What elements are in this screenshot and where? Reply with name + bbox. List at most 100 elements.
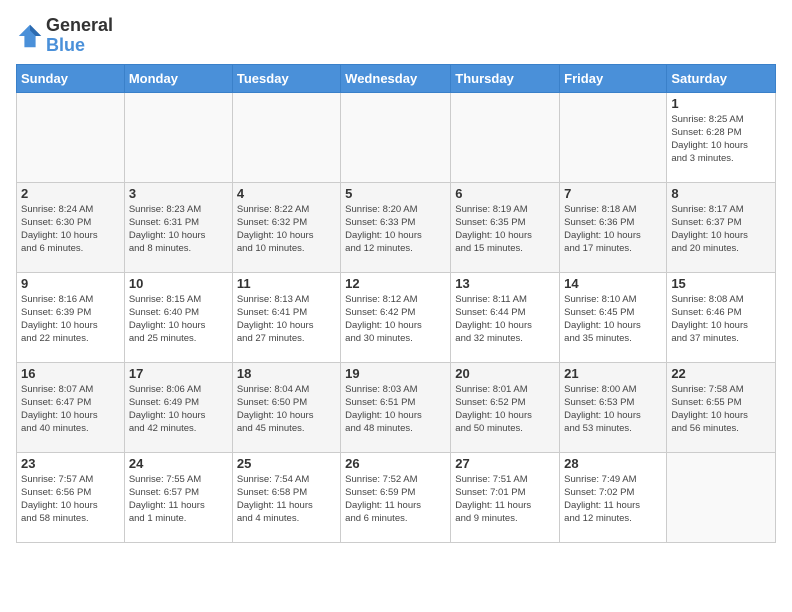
weekday-header-row: SundayMondayTuesdayWednesdayThursdayFrid… <box>17 64 776 92</box>
day-info: Sunrise: 8:19 AMSunset: 6:35 PMDaylight:… <box>455 203 555 256</box>
calendar-cell: 9 Sunrise: 8:16 AMSunset: 6:39 PMDaylight… <box>17 272 125 362</box>
day-number: 21 <box>564 366 662 381</box>
weekday-header-wednesday: Wednesday <box>341 64 451 92</box>
logo-text: General Blue <box>46 16 113 56</box>
day-number: 16 <box>21 366 120 381</box>
day-number: 23 <box>21 456 120 471</box>
calendar-cell: 10 Sunrise: 8:15 AMSunset: 6:40 PMDayligh… <box>124 272 232 362</box>
day-number: 14 <box>564 276 662 291</box>
day-number: 15 <box>671 276 771 291</box>
calendar-cell: 6 Sunrise: 8:19 AMSunset: 6:35 PMDaylight… <box>451 182 560 272</box>
day-info: Sunrise: 8:22 AMSunset: 6:32 PMDaylight:… <box>237 203 336 256</box>
calendar-cell: 23 Sunrise: 7:57 AMSunset: 6:56 PMDayligh… <box>17 452 125 542</box>
calendar-cell <box>232 92 340 182</box>
day-number: 20 <box>455 366 555 381</box>
calendar-cell: 21 Sunrise: 8:00 AMSunset: 6:53 PMDayligh… <box>560 362 667 452</box>
day-info: Sunrise: 8:06 AMSunset: 6:49 PMDaylight:… <box>129 383 228 436</box>
calendar-cell: 27 Sunrise: 7:51 AMSunset: 7:01 PMDayligh… <box>451 452 560 542</box>
calendar-cell: 28 Sunrise: 7:49 AMSunset: 7:02 PMDayligh… <box>560 452 667 542</box>
logo: General Blue <box>16 16 113 56</box>
calendar-cell: 7 Sunrise: 8:18 AMSunset: 6:36 PMDaylight… <box>560 182 667 272</box>
day-info: Sunrise: 7:52 AMSunset: 6:59 PMDaylight:… <box>345 473 446 526</box>
page: General Blue SundayMondayTuesdayWednesda… <box>0 0 792 551</box>
day-number: 6 <box>455 186 555 201</box>
calendar-cell: 19 Sunrise: 8:03 AMSunset: 6:51 PMDayligh… <box>341 362 451 452</box>
calendar-cell <box>667 452 776 542</box>
day-info: Sunrise: 8:03 AMSunset: 6:51 PMDaylight:… <box>345 383 446 436</box>
day-number: 26 <box>345 456 446 471</box>
week-row-4: 16 Sunrise: 8:07 AMSunset: 6:47 PMDayligh… <box>17 362 776 452</box>
weekday-header-tuesday: Tuesday <box>232 64 340 92</box>
calendar-cell: 12 Sunrise: 8:12 AMSunset: 6:42 PMDayligh… <box>341 272 451 362</box>
day-number: 2 <box>21 186 120 201</box>
day-number: 5 <box>345 186 446 201</box>
calendar-cell: 13 Sunrise: 8:11 AMSunset: 6:44 PMDayligh… <box>451 272 560 362</box>
day-number: 4 <box>237 186 336 201</box>
day-number: 25 <box>237 456 336 471</box>
day-info: Sunrise: 8:10 AMSunset: 6:45 PMDaylight:… <box>564 293 662 346</box>
day-info: Sunrise: 8:16 AMSunset: 6:39 PMDaylight:… <box>21 293 120 346</box>
week-row-5: 23 Sunrise: 7:57 AMSunset: 6:56 PMDayligh… <box>17 452 776 542</box>
calendar-cell: 4 Sunrise: 8:22 AMSunset: 6:32 PMDaylight… <box>232 182 340 272</box>
header: General Blue <box>16 16 776 56</box>
day-info: Sunrise: 8:01 AMSunset: 6:52 PMDaylight:… <box>455 383 555 436</box>
day-info: Sunrise: 8:07 AMSunset: 6:47 PMDaylight:… <box>21 383 120 436</box>
day-number: 10 <box>129 276 228 291</box>
day-info: Sunrise: 7:54 AMSunset: 6:58 PMDaylight:… <box>237 473 336 526</box>
day-number: 1 <box>671 96 771 111</box>
day-info: Sunrise: 8:17 AMSunset: 6:37 PMDaylight:… <box>671 203 771 256</box>
day-number: 9 <box>21 276 120 291</box>
weekday-header-sunday: Sunday <box>17 64 125 92</box>
calendar-cell: 1 Sunrise: 8:25 AMSunset: 6:28 PMDaylight… <box>667 92 776 182</box>
calendar-cell: 8 Sunrise: 8:17 AMSunset: 6:37 PMDaylight… <box>667 182 776 272</box>
calendar-cell: 18Sunrise: 8:04 AMSunset: 6:50 PMDayligh… <box>232 362 340 452</box>
day-number: 13 <box>455 276 555 291</box>
calendar-cell: 5 Sunrise: 8:20 AMSunset: 6:33 PMDaylight… <box>341 182 451 272</box>
calendar-cell: 24Sunrise: 7:55 AMSunset: 6:57 PMDayligh… <box>124 452 232 542</box>
calendar-cell: 20 Sunrise: 8:01 AMSunset: 6:52 PMDayligh… <box>451 362 560 452</box>
day-info: Sunrise: 8:15 AMSunset: 6:40 PMDaylight:… <box>129 293 228 346</box>
day-info: Sunrise: 7:49 AMSunset: 7:02 PMDaylight:… <box>564 473 662 526</box>
day-number: 28 <box>564 456 662 471</box>
calendar-cell: 2Sunrise: 8:24 AMSunset: 6:30 PMDaylight… <box>17 182 125 272</box>
day-info: Sunrise: 8:12 AMSunset: 6:42 PMDaylight:… <box>345 293 446 346</box>
day-info: Sunrise: 7:51 AMSunset: 7:01 PMDaylight:… <box>455 473 555 526</box>
day-info: Sunrise: 8:23 AMSunset: 6:31 PMDaylight:… <box>129 203 228 256</box>
day-info: Sunrise: 8:13 AMSunset: 6:41 PMDaylight:… <box>237 293 336 346</box>
calendar-cell: 17 Sunrise: 8:06 AMSunset: 6:49 PMDayligh… <box>124 362 232 452</box>
day-info: Sunrise: 8:11 AMSunset: 6:44 PMDaylight:… <box>455 293 555 346</box>
day-info: Sunrise: 8:04 AMSunset: 6:50 PMDaylight:… <box>237 383 336 436</box>
day-number: 22 <box>671 366 771 381</box>
day-info: Sunrise: 8:08 AMSunset: 6:46 PMDaylight:… <box>671 293 771 346</box>
day-number: 19 <box>345 366 446 381</box>
calendar-cell <box>560 92 667 182</box>
day-info: Sunrise: 8:18 AMSunset: 6:36 PMDaylight:… <box>564 203 662 256</box>
calendar-cell: 15 Sunrise: 8:08 AMSunset: 6:46 PMDayligh… <box>667 272 776 362</box>
week-row-3: 9 Sunrise: 8:16 AMSunset: 6:39 PMDaylight… <box>17 272 776 362</box>
day-number: 11 <box>237 276 336 291</box>
day-info: Sunrise: 8:25 AMSunset: 6:28 PMDaylight:… <box>671 113 771 166</box>
day-info: Sunrise: 8:20 AMSunset: 6:33 PMDaylight:… <box>345 203 446 256</box>
week-row-1: 1 Sunrise: 8:25 AMSunset: 6:28 PMDaylight… <box>17 92 776 182</box>
day-number: 27 <box>455 456 555 471</box>
calendar-cell: 3 Sunrise: 8:23 AMSunset: 6:31 PMDaylight… <box>124 182 232 272</box>
day-number: 12 <box>345 276 446 291</box>
calendar-cell: 22 Sunrise: 7:58 AMSunset: 6:55 PMDayligh… <box>667 362 776 452</box>
calendar-cell: 11 Sunrise: 8:13 AMSunset: 6:41 PMDayligh… <box>232 272 340 362</box>
day-number: 17 <box>129 366 228 381</box>
calendar-cell <box>451 92 560 182</box>
day-number: 7 <box>564 186 662 201</box>
day-info: Sunrise: 7:55 AMSunset: 6:57 PMDaylight:… <box>129 473 228 526</box>
day-info: Sunrise: 8:00 AMSunset: 6:53 PMDaylight:… <box>564 383 662 436</box>
calendar-cell: 16 Sunrise: 8:07 AMSunset: 6:47 PMDayligh… <box>17 362 125 452</box>
calendar-cell: 26 Sunrise: 7:52 AMSunset: 6:59 PMDayligh… <box>341 452 451 542</box>
day-info: Sunrise: 7:58 AMSunset: 6:55 PMDaylight:… <box>671 383 771 436</box>
day-info: Sunrise: 7:57 AMSunset: 6:56 PMDaylight:… <box>21 473 120 526</box>
calendar-cell: 14 Sunrise: 8:10 AMSunset: 6:45 PMDayligh… <box>560 272 667 362</box>
calendar-cell <box>124 92 232 182</box>
calendar-cell <box>17 92 125 182</box>
day-number: 8 <box>671 186 771 201</box>
day-number: 3 <box>129 186 228 201</box>
week-row-2: 2Sunrise: 8:24 AMSunset: 6:30 PMDaylight… <box>17 182 776 272</box>
calendar-cell <box>341 92 451 182</box>
